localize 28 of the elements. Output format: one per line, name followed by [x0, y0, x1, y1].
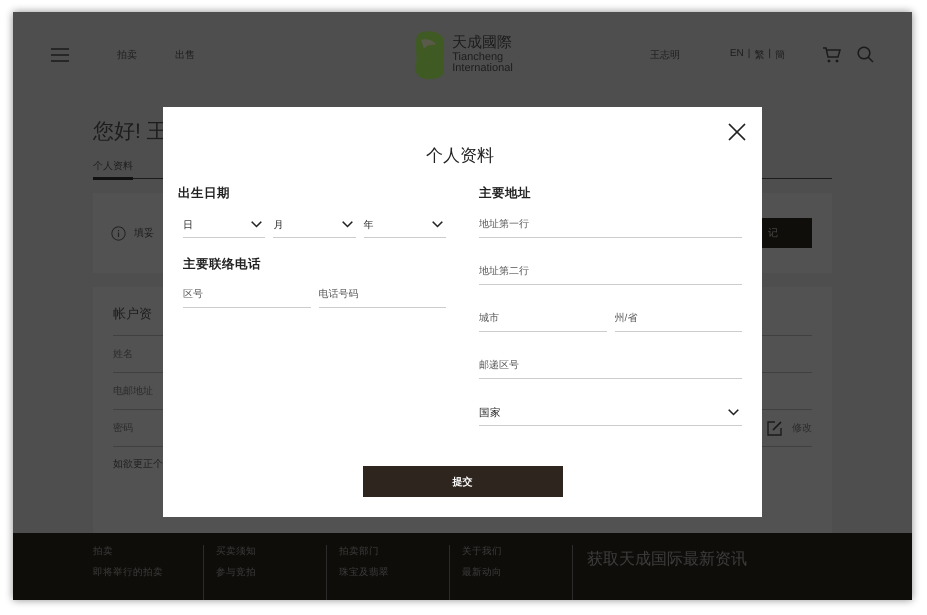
section-label: 出生日期 — [178, 185, 231, 202]
section-label: 主要地址 — [479, 185, 532, 202]
close-icon[interactable] — [728, 123, 746, 141]
address-input[interactable]: 地址第一行 — [479, 212, 742, 238]
address-input[interactable]: 地址第二行 — [479, 259, 742, 285]
chevron-down-icon — [432, 221, 443, 228]
info-icon — [111, 226, 126, 240]
chevron-down-icon — [251, 221, 262, 228]
submit-button[interactable]: 提交 — [362, 466, 562, 497]
chevron-down-icon — [728, 409, 739, 416]
dialog-title: 个人资料 — [425, 145, 495, 167]
date-select[interactable]: 月 — [273, 212, 356, 238]
address-input[interactable]: 城市 — [479, 306, 606, 332]
section-label: 主要联络电话 — [182, 256, 262, 273]
phone-input[interactable]: 区号 — [183, 282, 310, 308]
language-separator: | — [768, 48, 771, 60]
country-select[interactable]: 国家 — [479, 400, 742, 426]
menu-icon[interactable] — [51, 48, 69, 62]
cart-icon[interactable] — [822, 46, 841, 62]
address-input[interactable]: 州/省 — [614, 306, 742, 332]
phone-input[interactable]: 电话号码 — [318, 282, 446, 308]
search-icon[interactable] — [856, 46, 874, 63]
language-separator: | — [748, 48, 750, 60]
address-input[interactable]: 邮递区号 — [479, 353, 742, 379]
chevron-down-icon — [342, 221, 353, 228]
edit-icon[interactable] — [767, 420, 782, 436]
date-select[interactable]: 年 — [364, 212, 446, 238]
date-select[interactable]: 日 — [183, 212, 266, 238]
